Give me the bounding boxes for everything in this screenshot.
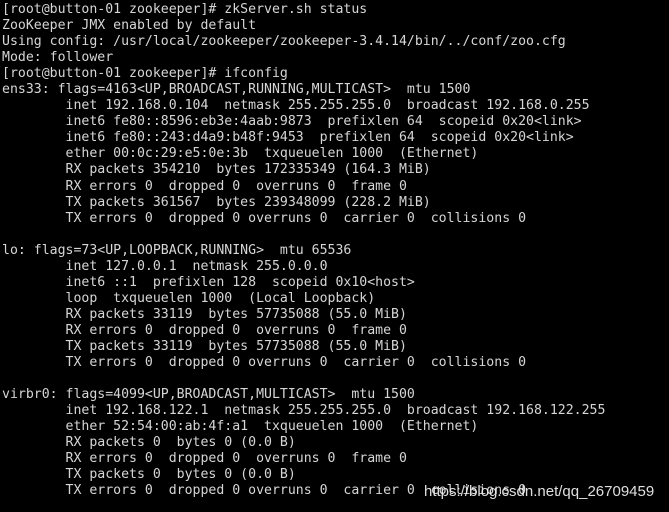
terminal-line: inet6 fe80::243:d4a9:b48f:9453 prefixlen…	[2, 130, 574, 146]
terminal-line: RX errors 0 dropped 0 overruns 0 frame 0	[2, 451, 407, 467]
terminal-line: RX packets 354210 bytes 172335349 (164.3…	[2, 162, 431, 178]
terminal-line: lo: flags=73<UP,LOOPBACK,RUNNING> mtu 65…	[2, 242, 352, 258]
terminal-line: inet 192.168.0.104 netmask 255.255.255.0…	[2, 98, 590, 114]
terminal-line: inet 192.168.122.1 netmask 255.255.255.0…	[2, 403, 606, 419]
terminal-line: RX packets 33119 bytes 57735088 (55.0 Mi…	[2, 306, 407, 322]
terminal-line: loop txqueuelen 1000 (Local Loopback)	[2, 290, 376, 306]
terminal-line: [root@button-01 zookeeper]# zkServer.sh …	[2, 2, 368, 17]
terminal-line: ZooKeeper JMX enabled by default	[2, 18, 257, 34]
terminal-line: TX packets 33119 bytes 57735088 (55.0 Mi…	[2, 338, 407, 354]
terminal-line: ether 00:0c:29:e5:0e:3b txqueuelen 1000 …	[2, 146, 479, 162]
terminal-line: ens33: flags=4163<UP,BROADCAST,RUNNING,M…	[2, 82, 471, 98]
terminal-output-pane[interactable]: [root@button-01 zookeeper]# zkServer.sh …	[0, 0, 669, 512]
terminal-line: inet6 ::1 prefixlen 128 scopeid 0x10<hos…	[2, 274, 415, 290]
terminal-line: [root@button-01 zookeeper]# ifconfig	[2, 66, 288, 82]
terminal-line: inet6 fe80::8596:eb3e:4aab:9873 prefixle…	[2, 114, 582, 130]
terminal-line: TX packets 0 bytes 0 (0.0 B)	[2, 467, 296, 483]
terminal-line: RX errors 0 dropped 0 overruns 0 frame 0	[2, 178, 407, 194]
terminal-line: Using config: /usr/local/zookeeper/zooke…	[2, 34, 566, 50]
terminal-line: TX errors 0 dropped 0 overruns 0 carrier…	[2, 483, 527, 499]
terminal-line: TX errors 0 dropped 0 overruns 0 carrier…	[2, 355, 527, 371]
terminal-line: TX errors 0 dropped 0 overruns 0 carrier…	[2, 210, 527, 226]
terminal-line: virbr0: flags=4099<UP,BROADCAST,MULTICAS…	[2, 387, 415, 403]
terminal-line: TX packets 361567 bytes 239348099 (228.2…	[2, 194, 431, 210]
terminal-line: RX errors 0 dropped 0 overruns 0 frame 0	[2, 322, 407, 338]
terminal-lines: [root@button-01 zookeeper]# zkServer.sh …	[2, 2, 669, 499]
terminal-line: Mode: follower	[2, 50, 114, 66]
terminal-line: ether 52:54:00:ab:4f:a1 txqueuelen 1000 …	[2, 419, 479, 435]
terminal-line: RX packets 0 bytes 0 (0.0 B)	[2, 435, 296, 451]
terminal-line: inet 127.0.0.1 netmask 255.0.0.0	[2, 258, 328, 274]
